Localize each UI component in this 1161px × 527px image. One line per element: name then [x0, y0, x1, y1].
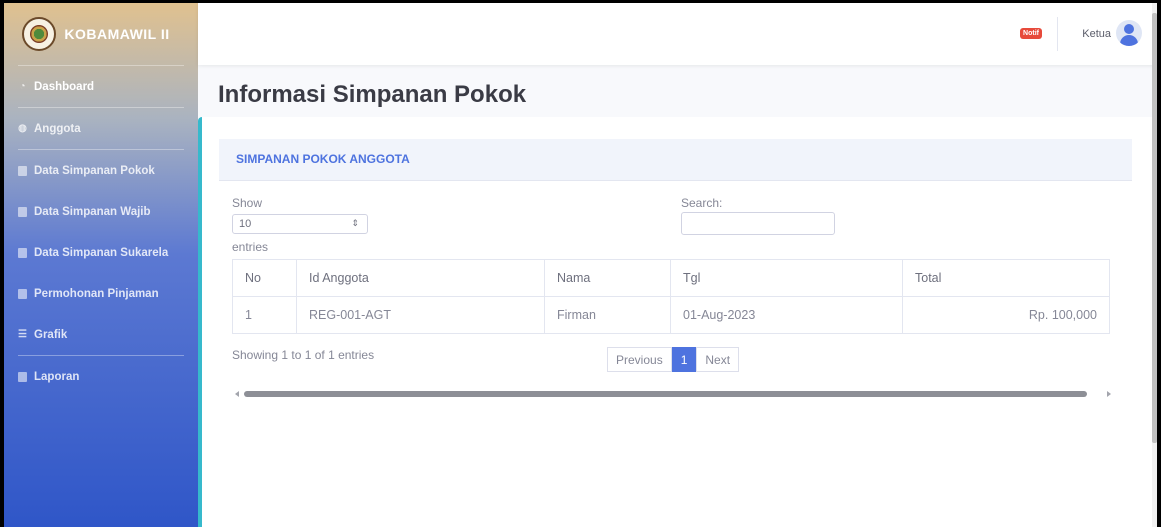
column-header-no[interactable]: No: [232, 259, 297, 297]
sidebar-item-data-simpanan-pokok[interactable]: Data Simpanan Pokok: [4, 150, 198, 191]
sidebar-item-anggota[interactable]: ◍ Anggota: [4, 108, 198, 149]
cell-no: 1: [232, 296, 297, 334]
simpanan-table: No Id Anggota Nama Tgl Total 1 REG-001-A…: [232, 259, 1110, 334]
user-avatar-icon[interactable]: [1116, 20, 1142, 46]
brand-name: KOBAMAWIL II: [64, 26, 170, 42]
cell-id-anggota: REG-001-AGT: [296, 296, 545, 334]
sidebar-item-dashboard[interactable]: ◔ Dashboard: [4, 66, 198, 107]
sidebar-item-grafik[interactable]: ☰ Grafik: [4, 314, 198, 355]
sidebar-item-label: Anggota: [34, 122, 81, 135]
sidebar-item-label: Grafik: [34, 328, 68, 341]
next-button[interactable]: Next: [696, 347, 740, 372]
dashboard-icon: ◔: [19, 81, 26, 92]
page-title: Informasi Simpanan Pokok: [218, 81, 527, 108]
cell-tgl: 01-Aug-2023: [670, 296, 903, 334]
table-icon: [17, 247, 28, 258]
horizontal-scrollbar[interactable]: [244, 391, 1087, 397]
page-scrollbar-thumb[interactable]: [1152, 13, 1157, 443]
notification-badge: Notif: [1020, 28, 1042, 39]
search-label: Search:: [681, 196, 723, 210]
sidebar-item-label: Dashboard: [34, 80, 95, 93]
simpanan-card: SIMPANAN POKOK ANGGOTA Show 10 ⇕ entries…: [198, 117, 1157, 527]
cell-nama: Firman: [544, 296, 671, 334]
sidebar-item-label: Data Simpanan Wajib: [34, 205, 151, 218]
card-header: SIMPANAN POKOK ANGGOTA: [219, 139, 1132, 181]
app-window: KOBAMAWIL II ◔ Dashboard ◍ Anggota Data …: [4, 3, 1157, 527]
page-1-button[interactable]: 1: [671, 347, 697, 372]
table-icon: [17, 165, 28, 176]
list-icon: ☰: [18, 329, 27, 340]
cell-total: Rp. 100,000: [902, 296, 1110, 334]
notification-button[interactable]: Notif: [1020, 22, 1042, 40]
file-icon: [17, 288, 28, 299]
sidebar-item-data-simpanan-wajib[interactable]: Data Simpanan Wajib: [4, 191, 198, 232]
chevron-updown-icon: ⇕: [351, 218, 359, 228]
user-circle-icon: ◍: [18, 123, 27, 134]
sidebar-item-permohonan-pinjaman[interactable]: Permohonan Pinjaman: [4, 273, 198, 314]
entries-select-value: 10: [239, 218, 252, 230]
column-header-total[interactable]: Total: [902, 259, 1110, 297]
column-header-tgl[interactable]: Tgl: [670, 259, 903, 297]
entries-label: entries: [232, 240, 269, 254]
topbar: Notif Ketua: [198, 3, 1157, 65]
scroll-right-arrow-icon[interactable]: [1107, 391, 1111, 397]
table-icon: [17, 206, 28, 217]
sidebar: KOBAMAWIL II ◔ Dashboard ◍ Anggota Data …: [4, 3, 198, 527]
show-label: Show: [232, 196, 263, 210]
previous-button[interactable]: Previous: [607, 347, 672, 372]
brand[interactable]: KOBAMAWIL II: [4, 3, 198, 65]
sidebar-item-label: Laporan: [34, 370, 80, 383]
kobamawil-logo: [22, 17, 56, 51]
topbar-divider: [1057, 17, 1058, 51]
column-header-nama[interactable]: Nama: [544, 259, 671, 297]
sidebar-item-label: Permohonan Pinjaman: [34, 287, 159, 300]
sidebar-item-data-simpanan-sukarela[interactable]: Data Simpanan Sukarela: [4, 232, 198, 273]
column-header-id-anggota[interactable]: Id Anggota: [296, 259, 545, 297]
user-name[interactable]: Ketua: [1082, 28, 1111, 40]
page-scrollbar[interactable]: [1152, 3, 1157, 527]
entries-select[interactable]: 10 ⇕: [232, 214, 368, 234]
pagination: Previous 1 Next: [607, 347, 740, 372]
search-input[interactable]: [681, 212, 835, 235]
sidebar-item-laporan[interactable]: Laporan: [4, 356, 198, 397]
sidebar-item-label: Data Simpanan Pokok: [34, 164, 155, 177]
table-row: 1 REG-001-AGT Firman 01-Aug-2023 Rp. 100…: [232, 296, 1110, 334]
sidebar-item-label: Data Simpanan Sukarela: [34, 246, 169, 259]
table-header-row: No Id Anggota Nama Tgl Total: [232, 259, 1110, 297]
scroll-left-arrow-icon[interactable]: [235, 391, 239, 397]
table-info: Showing 1 to 1 of 1 entries: [232, 348, 375, 362]
print-icon: [17, 371, 28, 382]
